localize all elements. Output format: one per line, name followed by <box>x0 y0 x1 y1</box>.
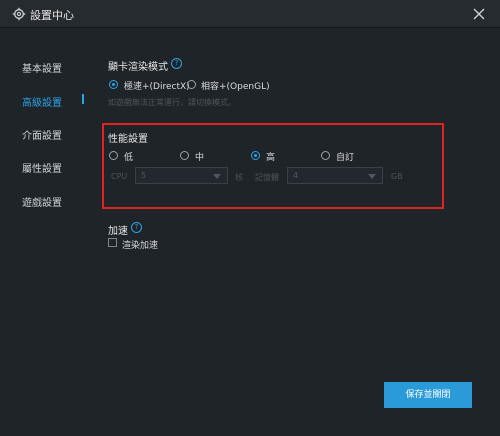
render-acceleration-label: 渲染加速 <box>122 241 159 251</box>
active-nav-indicator <box>82 94 84 104</box>
render-mode-label: 顯卡渲染模式 <box>108 62 168 73</box>
acceleration-label: 加速 <box>108 226 128 237</box>
radio-performance-high[interactable] <box>251 151 260 160</box>
memory-label: 記憶體 <box>255 173 279 182</box>
radio-performance-low-label: 低 <box>124 153 134 163</box>
radio-opengl[interactable] <box>187 80 196 89</box>
title-bar: 設置中心 <box>0 0 500 28</box>
radio-directx-label: 極速+(DirectX) <box>124 82 190 92</box>
radio-directx[interactable] <box>109 80 118 89</box>
chevron-down-icon <box>213 174 221 179</box>
gear-icon <box>12 7 26 21</box>
render-hint-text: 如遊戲無法正常運行，請切換模式。 <box>108 98 236 107</box>
cpu-label: CPU <box>111 172 128 181</box>
radio-performance-high-label: 高 <box>266 153 276 163</box>
radio-opengl-label: 相容+(OpenGL) <box>201 82 270 92</box>
render-help-icon[interactable]: ? <box>171 58 182 69</box>
sidebar-item-basic[interactable]: 基本設置 <box>22 60 62 75</box>
memory-unit: GB <box>391 172 403 181</box>
sidebar-item-properties[interactable]: 屬性設置 <box>22 160 62 175</box>
cpu-select[interactable]: 5 <box>135 167 228 184</box>
performance-label: 性能設置 <box>108 134 148 145</box>
window-title: 設置中心 <box>30 9 74 22</box>
sidebar-item-advanced[interactable]: 高級設置 <box>22 94 62 109</box>
radio-performance-custom-label: 自訂 <box>336 153 355 163</box>
radio-performance-medium-label: 中 <box>195 153 205 163</box>
chevron-down-icon <box>368 174 376 179</box>
radio-performance-medium[interactable] <box>180 151 189 160</box>
sidebar-item-game[interactable]: 遊戲設置 <box>22 194 62 209</box>
acceleration-help-icon[interactable]: ? <box>131 222 142 233</box>
sidebar-item-interface[interactable]: 介面設置 <box>22 127 62 142</box>
radio-performance-custom[interactable] <box>321 151 330 160</box>
render-acceleration-checkbox[interactable] <box>108 238 117 247</box>
cpu-unit: 核 <box>235 173 243 182</box>
sidebar: 基本設置 高級設置 介面設置 屬性設置 遊戲設置 <box>0 28 90 436</box>
performance-highlight-box <box>102 123 444 209</box>
radio-performance-low[interactable] <box>109 151 118 160</box>
settings-window: 設置中心 基本設置 高級設置 介面設置 屬性設置 遊戲設置 顯卡渲染模式 ? 極… <box>0 0 500 436</box>
cpu-select-value: 5 <box>141 171 147 180</box>
save-and-close-button[interactable]: 保存並關閉 <box>384 382 472 408</box>
close-icon[interactable] <box>470 5 488 23</box>
memory-select[interactable]: 4 <box>287 167 383 184</box>
memory-select-value: 4 <box>293 171 299 180</box>
